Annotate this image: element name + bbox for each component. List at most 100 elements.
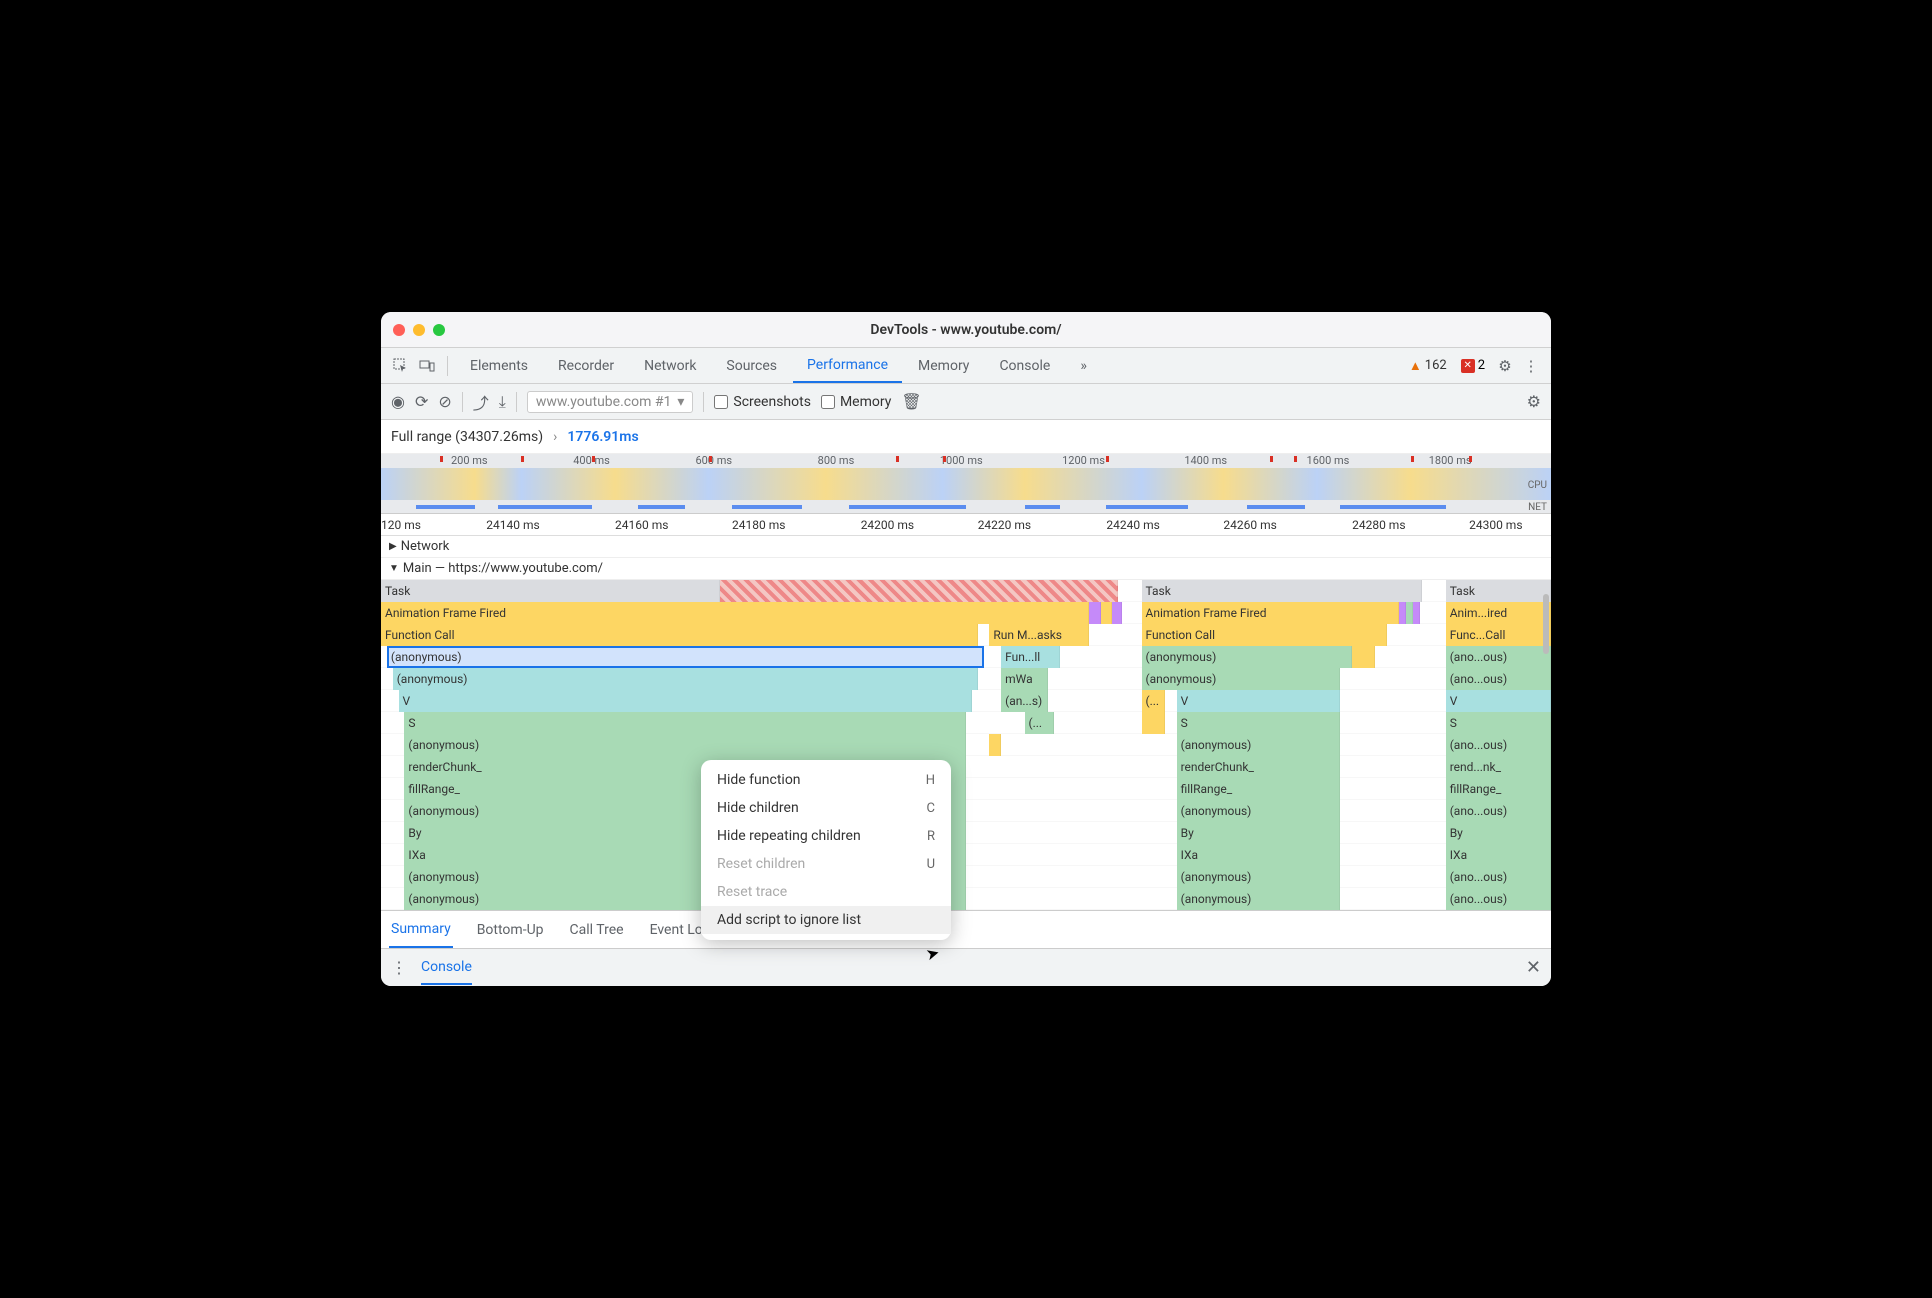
- flame-bar[interactable]: Animation Frame Fired: [1142, 602, 1399, 624]
- timeline-overview[interactable]: 200 ms 400 ms 600 ms 800 ms 1000 ms 1200…: [381, 454, 1551, 514]
- menu-hide-repeating[interactable]: Hide repeating children R: [701, 822, 951, 850]
- flame-bar[interactable]: By: [1446, 822, 1551, 844]
- flame-bar[interactable]: Task: [1446, 580, 1551, 602]
- flame-bar[interactable]: S: [1446, 712, 1551, 734]
- flame-bar[interactable]: V: [1446, 690, 1551, 712]
- clear-button[interactable]: ⊘: [438, 392, 451, 411]
- settings-gear-icon[interactable]: ⚙: [1493, 354, 1517, 378]
- flame-bar[interactable]: (anonymous): [1177, 800, 1341, 822]
- flame-bar[interactable]: Task: [381, 580, 720, 602]
- reload-record-button[interactable]: ⟳: [415, 392, 428, 411]
- flame-bar[interactable]: IXa: [1446, 844, 1551, 866]
- flame-bar[interactable]: [1352, 646, 1375, 668]
- flame-bar[interactable]: (anonymous): [393, 668, 978, 690]
- tab-network[interactable]: Network: [630, 348, 710, 383]
- flame-bar[interactable]: [1406, 602, 1413, 624]
- flame-bar[interactable]: (...: [1025, 712, 1054, 734]
- main-track-header[interactable]: ▼ Main — https://www.youtube.com/: [381, 558, 1551, 580]
- upload-icon[interactable]: ⤴: [473, 390, 489, 414]
- flame-bar-selected[interactable]: (anonymous): [387, 646, 984, 668]
- flame-bar[interactable]: (ano...ous): [1446, 866, 1551, 888]
- drawer-menu-icon[interactable]: ⋮: [391, 958, 407, 977]
- timeline-ruler[interactable]: 120 ms 24140 ms 24160 ms 24180 ms 24200 …: [381, 514, 1551, 536]
- menu-hide-children[interactable]: Hide children C: [701, 794, 951, 822]
- flame-bar[interactable]: V: [1177, 690, 1341, 712]
- screenshots-checkbox[interactable]: [714, 395, 728, 409]
- flame-bar[interactable]: (anonymous): [1177, 734, 1341, 756]
- flame-bar[interactable]: (...: [1142, 690, 1165, 712]
- flame-bar[interactable]: fillRange_: [1177, 778, 1341, 800]
- flame-bar[interactable]: [1399, 602, 1406, 624]
- tab-call-tree[interactable]: Call Tree: [568, 911, 626, 948]
- flame-bar[interactable]: (anonymous): [404, 734, 966, 756]
- flame-bar[interactable]: (ano...ous): [1446, 888, 1551, 910]
- flame-bar[interactable]: Anim...ired: [1446, 602, 1551, 624]
- flame-chart[interactable]: ▶ Network ▼ Main — https://www.youtube.c…: [381, 536, 1551, 910]
- flame-bar[interactable]: [1112, 602, 1121, 624]
- close-drawer-icon[interactable]: ✕: [1526, 957, 1541, 978]
- tab-bottom-up[interactable]: Bottom-Up: [475, 911, 546, 948]
- flame-bar[interactable]: (anonymous): [1142, 646, 1353, 668]
- flame-bar[interactable]: (anonymous): [1177, 866, 1341, 888]
- flame-bar[interactable]: Fun...ll: [1001, 646, 1060, 668]
- tab-recorder[interactable]: Recorder: [544, 348, 628, 383]
- flame-bar[interactable]: By: [1177, 822, 1341, 844]
- scrollbar[interactable]: [1543, 594, 1549, 654]
- kebab-menu-icon[interactable]: ⋮: [1519, 354, 1543, 378]
- warnings-badge[interactable]: ▲ 162: [1409, 358, 1447, 374]
- tab-elements[interactable]: Elements: [456, 348, 542, 383]
- flame-bar[interactable]: Function Call: [1142, 624, 1388, 646]
- minimize-window-button[interactable]: [413, 324, 425, 336]
- flame-bar[interactable]: [989, 734, 1001, 756]
- flame-bar[interactable]: (anonymous): [1177, 888, 1341, 910]
- flame-bar-long-task[interactable]: [720, 580, 1118, 602]
- memory-toggle[interactable]: Memory: [821, 394, 891, 410]
- flame-bar[interactable]: S: [404, 712, 966, 734]
- flame-bar[interactable]: Animation Frame Fired: [381, 602, 1089, 624]
- tab-memory[interactable]: Memory: [904, 348, 983, 383]
- flame-bar[interactable]: Function Call: [381, 624, 978, 646]
- flame-bar[interactable]: [1089, 602, 1101, 624]
- flame-bar[interactable]: Run M...asks: [989, 624, 1088, 646]
- flame-bar[interactable]: S: [1177, 712, 1341, 734]
- errors-badge[interactable]: ✕ 2: [1461, 358, 1485, 373]
- network-track-header[interactable]: ▶ Network: [381, 536, 1551, 558]
- flame-bar[interactable]: fillRange_: [1446, 778, 1551, 800]
- zoom-window-button[interactable]: [433, 324, 445, 336]
- flame-bar[interactable]: V: [399, 690, 972, 712]
- flame-bar[interactable]: renderChunk_: [1177, 756, 1341, 778]
- inspect-icon[interactable]: [389, 354, 413, 378]
- flame-bar[interactable]: (ano...ous): [1446, 800, 1551, 822]
- tab-performance[interactable]: Performance: [793, 348, 902, 383]
- device-toggle-icon[interactable]: [415, 354, 439, 378]
- flame-bar[interactable]: (ano...ous): [1446, 668, 1551, 690]
- flame-bar[interactable]: (anonymous): [1142, 668, 1341, 690]
- gc-icon[interactable]: 🗑: [901, 392, 921, 411]
- tab-summary[interactable]: Summary: [389, 911, 453, 948]
- recording-selector[interactable]: www.youtube.com #1 ▾: [527, 391, 694, 413]
- flame-bar[interactable]: Task: [1142, 580, 1423, 602]
- tab-console[interactable]: Console: [985, 348, 1064, 383]
- close-window-button[interactable]: [393, 324, 405, 336]
- flame-bar[interactable]: [1142, 712, 1165, 734]
- console-tab[interactable]: Console: [421, 959, 472, 985]
- menu-hide-function[interactable]: Hide function H: [701, 766, 951, 794]
- flame-bar[interactable]: (ano...ous): [1446, 734, 1551, 756]
- flame-bar[interactable]: rend...nk_: [1446, 756, 1551, 778]
- menu-add-ignore-list[interactable]: Add script to ignore list: [701, 906, 951, 934]
- flame-bar[interactable]: Func...Call: [1446, 624, 1551, 646]
- memory-checkbox[interactable]: [821, 395, 835, 409]
- flame-bar[interactable]: (ano...ous): [1446, 646, 1551, 668]
- flame-bar[interactable]: IXa: [1177, 844, 1341, 866]
- full-range-label[interactable]: Full range (34307.26ms): [391, 429, 543, 445]
- tabs-overflow[interactable]: »: [1066, 348, 1101, 383]
- tab-sources[interactable]: Sources: [712, 348, 791, 383]
- flame-bar[interactable]: (an...s): [1001, 690, 1048, 712]
- selected-range[interactable]: 1776.91ms: [567, 429, 638, 445]
- capture-settings-icon[interactable]: ⚙: [1527, 392, 1541, 411]
- screenshots-toggle[interactable]: Screenshots: [714, 394, 811, 410]
- record-button[interactable]: ◉: [391, 392, 405, 411]
- download-icon[interactable]: ⤓: [499, 392, 506, 412]
- flame-bar[interactable]: [1101, 602, 1113, 624]
- flame-bar[interactable]: mWa: [1001, 668, 1048, 690]
